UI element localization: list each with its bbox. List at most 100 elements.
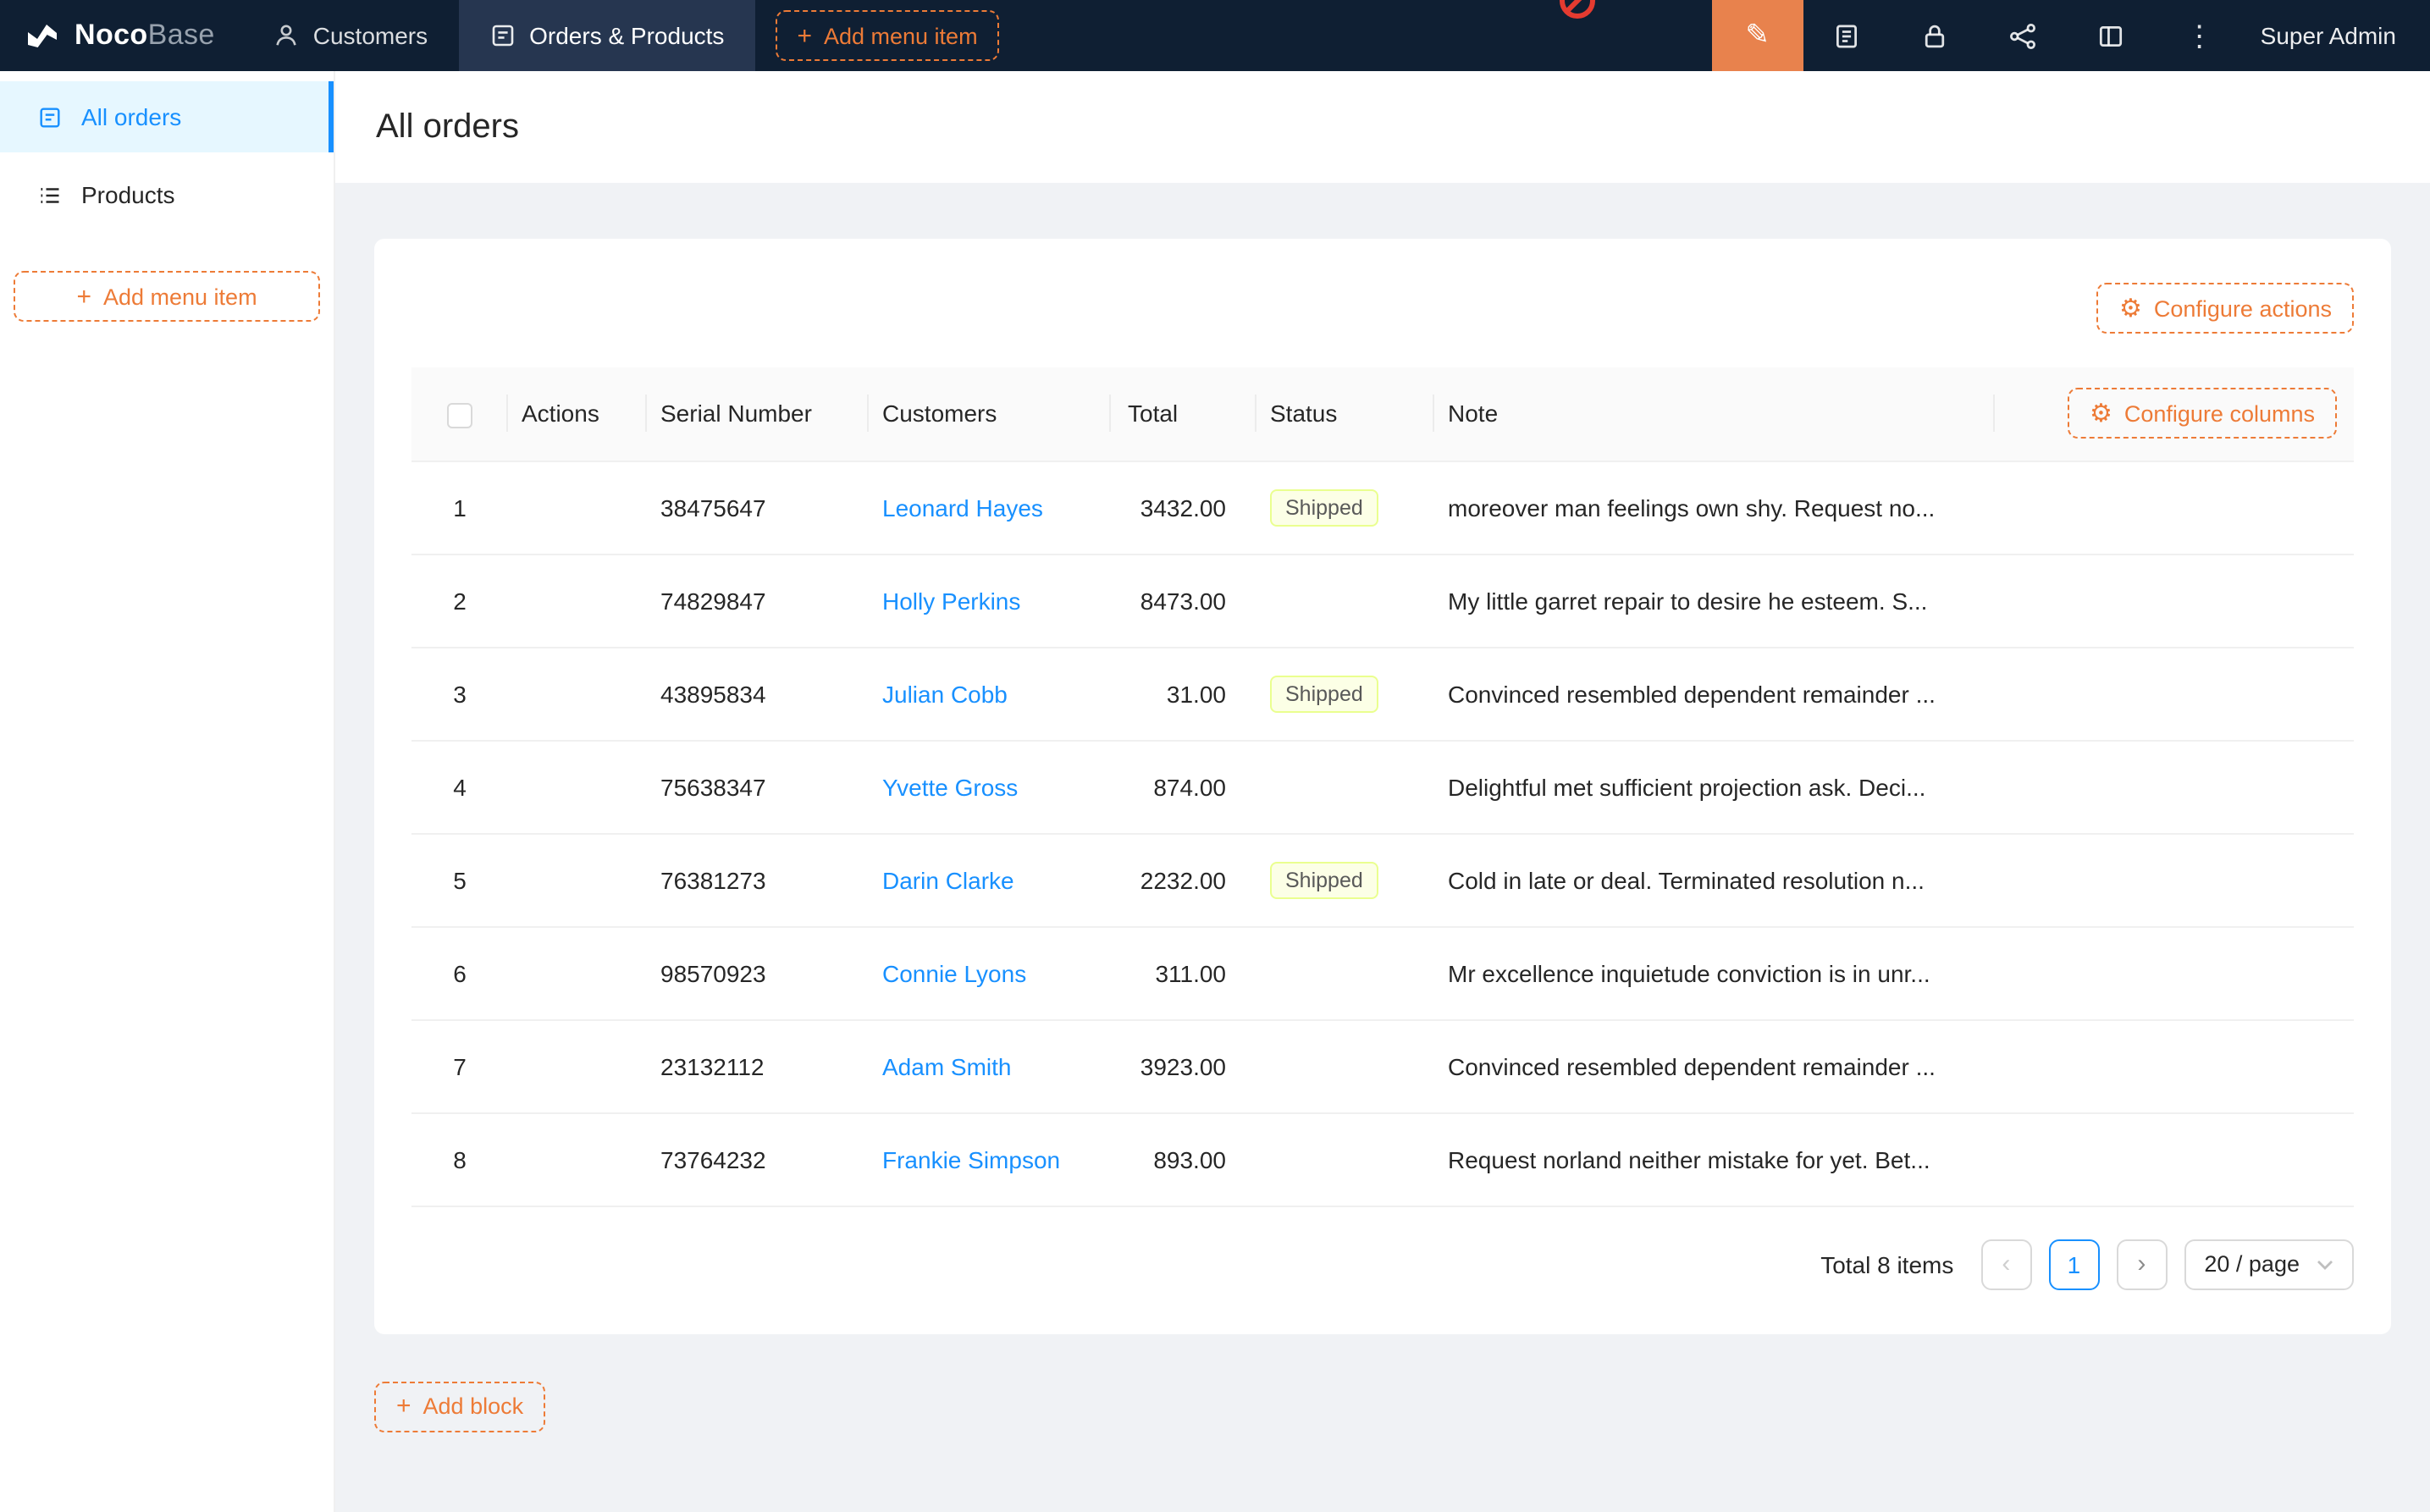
order-total: 8473.00 [1140, 587, 1226, 614]
customer-link[interactable]: Frankie Simpson [882, 1145, 1060, 1173]
row-index: 5 [453, 866, 467, 893]
header-add-menu-item-button[interactable]: + Add menu item [775, 10, 999, 61]
order-total: 31.00 [1167, 680, 1226, 707]
add-block-button[interactable]: + Add block [374, 1381, 545, 1432]
order-total: 311.00 [1155, 959, 1226, 986]
row-trailing-cell [1995, 554, 2354, 647]
row-index: 1 [453, 494, 467, 521]
chevron-left-icon: ‹ [2002, 1250, 2010, 1278]
order-note: Convinced resembled dependent remainder … [1448, 680, 1936, 707]
row-trailing-cell [1995, 647, 2354, 740]
status-badge: Shipped [1270, 861, 1378, 898]
collections-button[interactable] [1803, 0, 1892, 71]
gear-icon: ⚙ [2119, 295, 2142, 321]
configure-actions-button[interactable]: ⚙ Configure actions [2097, 283, 2354, 334]
page-size-select[interactable]: 20 / page [2184, 1239, 2354, 1289]
permissions-button[interactable] [1892, 0, 1980, 71]
customer-link[interactable]: Yvette Gross [882, 773, 1018, 800]
logo-text: NocoBase [75, 19, 215, 52]
order-total: 893.00 [1153, 1145, 1226, 1173]
row-trailing-cell [1995, 1112, 2354, 1206]
order-note: Convinced resembled dependent remainder … [1448, 1052, 1936, 1079]
row-index: 7 [453, 1052, 467, 1079]
customer-link[interactable]: Adam Smith [882, 1052, 1012, 1079]
user-menu[interactable]: Super Admin [2244, 0, 2430, 71]
gear-icon: ⚙ [2090, 401, 2112, 427]
notebook-icon [1833, 21, 1862, 50]
pagination: Total 8 items ‹ 1 › 20 / page [411, 1239, 2354, 1289]
pagination-total: Total 8 items [1820, 1250, 1953, 1277]
pen-icon: ✎ [1745, 19, 1770, 52]
serial-number: 98570923 [660, 959, 766, 986]
order-total: 3432.00 [1140, 494, 1226, 521]
table-row[interactable]: 3 43895834 Julian Cobb 31.00 Shipped Con… [411, 647, 2354, 740]
column-header-customers[interactable]: Customers [869, 367, 1111, 461]
layout-button[interactable] [2068, 0, 2156, 71]
configure-columns-button[interactable]: ⚙ Configure columns [2068, 389, 2337, 439]
orders-table-block: ⚙ Configure actions Actions [374, 239, 2391, 1333]
table-row[interactable]: 8 73764232 Frankie Simpson 893.00 Reques… [411, 1112, 2354, 1206]
customer-link[interactable]: Holly Perkins [882, 587, 1020, 614]
plugins-button[interactable] [1980, 0, 2068, 71]
row-actions-cell [508, 554, 647, 647]
row-index: 4 [453, 773, 467, 800]
customer-link[interactable]: Connie Lyons [882, 959, 1026, 986]
column-header-actions[interactable]: Actions [508, 367, 647, 461]
column-header-total[interactable]: Total [1111, 367, 1256, 461]
orders-form-icon [489, 22, 516, 49]
nocobase-logo[interactable]: NocoBase [0, 0, 242, 71]
table-row[interactable]: 7 23132112 Adam Smith 3923.00 Convinced … [411, 1019, 2354, 1112]
nav-tab-orders-products[interactable]: Orders & Products [458, 0, 754, 71]
page-number: 1 [2068, 1250, 2081, 1277]
order-note: Request norland neither mistake for yet.… [1448, 1145, 1930, 1173]
customer-link[interactable]: Leonard Hayes [882, 494, 1043, 521]
sidebar-add-menu-item-button[interactable]: + Add menu item [14, 271, 320, 322]
nocobase-logo-icon [24, 17, 61, 54]
plus-icon: + [76, 284, 91, 309]
customers-icon [273, 22, 300, 49]
column-header-status[interactable]: Status [1256, 367, 1434, 461]
serial-number: 43895834 [660, 680, 766, 707]
order-total: 3923.00 [1140, 1052, 1226, 1079]
more-button[interactable]: ⋮ [2156, 0, 2244, 71]
select-all-checkbox[interactable] [447, 402, 472, 428]
column-header-note[interactable]: Note [1434, 367, 1995, 461]
row-trailing-cell [1995, 461, 2354, 554]
order-note: Delightful met sufficient projection ask… [1448, 773, 1925, 800]
layout: All orders Products + Add menu item All … [0, 71, 2430, 1512]
user-name: Super Admin [2261, 22, 2396, 49]
navbar-spacer [1000, 0, 1712, 71]
row-actions-cell [508, 833, 647, 926]
row-actions-cell [508, 926, 647, 1019]
ui-editor-button[interactable]: ✎ [1712, 0, 1803, 71]
pagination-prev-button[interactable]: ‹ [1980, 1239, 2031, 1289]
table-row[interactable]: 1 38475647 Leonard Hayes 3432.00 Shipped… [411, 461, 2354, 554]
sidebar-item-products[interactable]: Products [0, 159, 334, 230]
customer-link[interactable]: Darin Clarke [882, 866, 1014, 893]
main-nav: Customers Orders & Products [242, 0, 755, 71]
order-total: 874.00 [1153, 773, 1226, 800]
app-root: NocoBase Customers Orders & Products + A… [0, 0, 2430, 1512]
customer-link[interactable]: Julian Cobb [882, 680, 1008, 707]
row-trailing-cell [1995, 833, 2354, 926]
serial-number: 76381273 [660, 866, 766, 893]
plus-icon: + [797, 23, 812, 48]
pagination-page-1[interactable]: 1 [2048, 1239, 2099, 1289]
status-badge: Shipped [1270, 488, 1378, 526]
table-row[interactable]: 2 74829847 Holly Perkins 8473.00 My litt… [411, 554, 2354, 647]
row-trailing-cell [1995, 740, 2354, 833]
order-total: 2232.00 [1140, 866, 1226, 893]
pagination-next-button[interactable]: › [2116, 1239, 2167, 1289]
row-actions-cell [508, 461, 647, 554]
serial-number: 38475647 [660, 494, 766, 521]
row-actions-cell [508, 740, 647, 833]
sidebar-item-all-orders[interactable]: All orders [0, 81, 334, 152]
order-note: Cold in late or deal. Terminated resolut… [1448, 866, 1925, 893]
table-row[interactable]: 5 76381273 Darin Clarke 2232.00 Shipped … [411, 833, 2354, 926]
nav-tab-customers[interactable]: Customers [242, 0, 458, 71]
column-header-serial-number[interactable]: Serial Number [647, 367, 869, 461]
table-row[interactable]: 4 75638347 Yvette Gross 874.00 Delightfu… [411, 740, 2354, 833]
table-row[interactable]: 6 98570923 Connie Lyons 311.00 Mr excell… [411, 926, 2354, 1019]
table-toolbar: ⚙ Configure actions [411, 283, 2354, 334]
page-header: All orders [335, 71, 2430, 183]
